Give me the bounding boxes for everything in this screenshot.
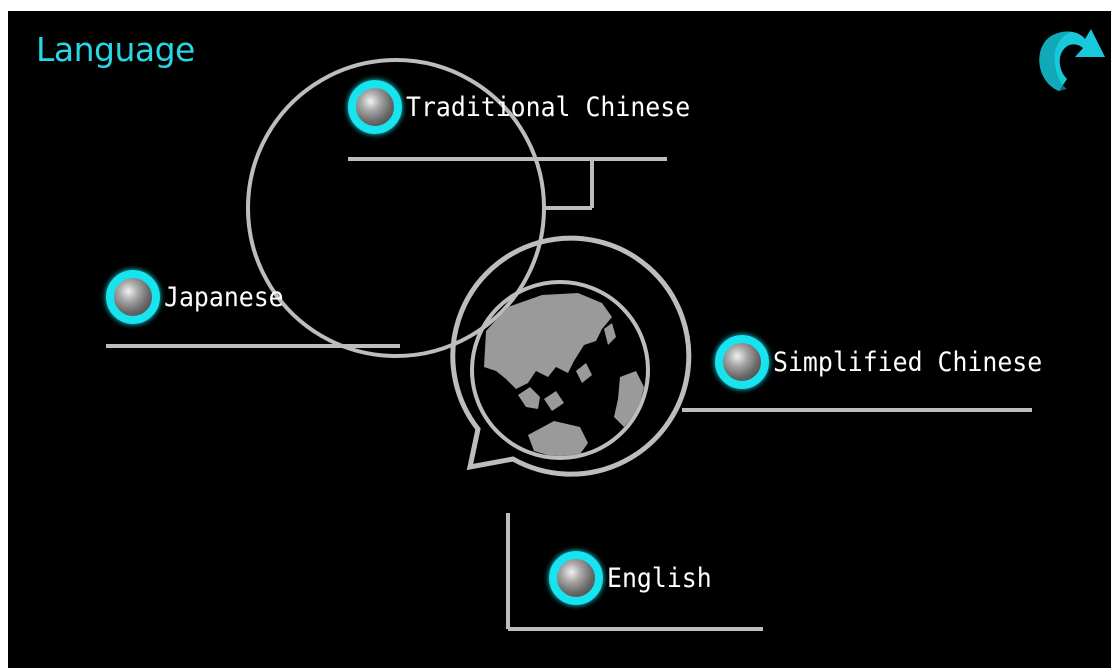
globe-icon (470, 280, 650, 460)
language-option-english[interactable]: English (549, 548, 721, 608)
radio-button[interactable] (106, 270, 160, 324)
language-option-japanese[interactable]: Japanese (106, 267, 294, 327)
language-option-traditional-chinese[interactable]: Traditional Chinese (348, 77, 715, 137)
language-label: Simplified Chinese (773, 346, 1043, 378)
radio-button[interactable] (549, 551, 603, 605)
language-label: English (607, 562, 712, 594)
language-label: Traditional Chinese (406, 91, 691, 123)
radio-button[interactable] (348, 80, 402, 134)
language-screen: Language Traditional Chinese Japanese Si… (8, 11, 1111, 668)
language-label: Japanese (164, 281, 284, 313)
radio-button[interactable] (715, 335, 769, 389)
language-option-simplified-chinese[interactable]: Simplified Chinese (715, 332, 1066, 392)
